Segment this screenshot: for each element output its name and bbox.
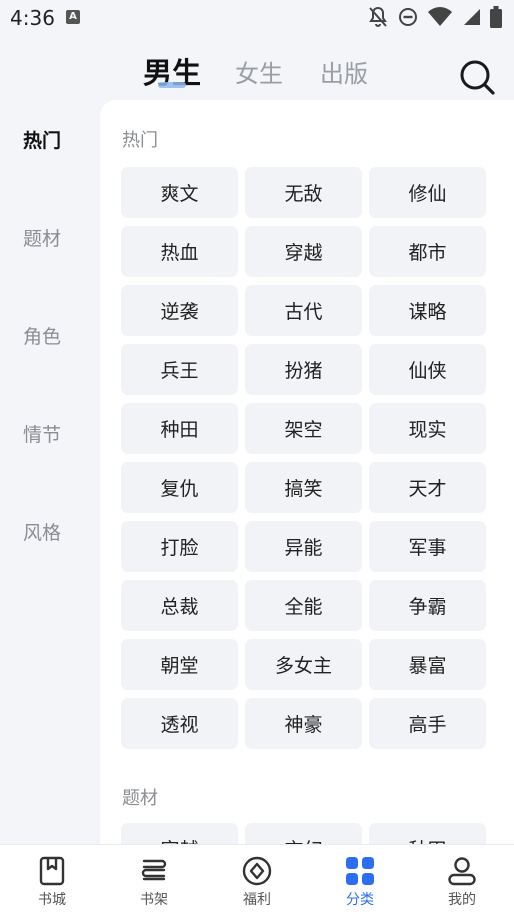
bell-off-icon xyxy=(369,6,387,27)
profile-icon xyxy=(448,857,476,886)
tag-chip[interactable]: 神豪 xyxy=(245,698,362,749)
tag-chip[interactable]: 天才 xyxy=(369,462,486,513)
nav-label-bookshelf: 书架 xyxy=(140,892,168,908)
tag-chip[interactable]: 异能 xyxy=(245,521,362,572)
tag-chip[interactable]: 扮猪 xyxy=(245,344,362,395)
tag-chip[interactable]: 穿越 xyxy=(121,823,238,844)
status-icons xyxy=(368,6,502,28)
tag-chip[interactable]: 无敌 xyxy=(245,167,362,218)
tag-chip[interactable]: 仙侠 xyxy=(369,344,486,395)
nav-item-bookstore[interactable]: 书城 xyxy=(12,845,92,915)
tag-chip[interactable]: 军事 xyxy=(369,521,486,572)
tag-chip[interactable]: 谋略 xyxy=(369,285,486,336)
signal-icon xyxy=(464,9,480,25)
tag-chip[interactable]: 都市 xyxy=(369,226,486,277)
category-sidebar: 热门 题材 角色 情节 风格 xyxy=(0,100,100,844)
bookshelf-icon xyxy=(141,859,167,881)
nav-item-category[interactable]: 分类 xyxy=(320,845,400,915)
sidebar-item-style[interactable]: 风格 xyxy=(0,518,84,545)
search-icon[interactable] xyxy=(458,58,496,96)
tag-chip[interactable]: 逆袭 xyxy=(121,285,238,336)
tag-chip[interactable]: 打脸 xyxy=(121,521,238,572)
tag-chip[interactable]: 全能 xyxy=(245,580,362,631)
tag-chip[interactable]: 暴富 xyxy=(369,639,486,690)
nav-label-category: 分类 xyxy=(346,892,374,908)
tag-chip[interactable]: 爽文 xyxy=(121,167,238,218)
tag-grid-theme: 穿越玄幻种田 xyxy=(121,823,486,844)
category-screen: 4:36 A 男生 女生 出版 热门 题材 角色 情节 风格 热门 爽文 无敌 … xyxy=(0,0,514,915)
gender-tab-bar: 男生 女生 出版 xyxy=(0,44,514,100)
sidebar-item-plot[interactable]: 情节 xyxy=(0,420,84,447)
tag-chip[interactable]: 透视 xyxy=(121,698,238,749)
grid-category-icon xyxy=(346,857,374,885)
tag-chip[interactable]: 玄幻 xyxy=(245,823,362,844)
tag-grid-hot: 爽文 无敌 修仙热血 穿越 都市逆袭 古代 谋略兵王 扮猪 仙侠种田 架空 现实复仇 搞笑 天才打脸 异能… xyxy=(121,167,486,749)
tag-chip[interactable]: 修仙 xyxy=(369,167,486,218)
tag-chip[interactable]: 搞笑 xyxy=(245,462,362,513)
status-time: 4:36 xyxy=(10,6,55,30)
bookmark-book-icon xyxy=(39,856,65,886)
nav-label-profile: 我的 xyxy=(448,892,476,908)
sidebar-item-character[interactable]: 角色 xyxy=(0,322,84,349)
tag-chip[interactable]: 种田 xyxy=(121,403,238,454)
tag-panel[interactable]: 热门 爽文 无敌 修仙 热血 穿越 都市 逆袭 古代 谋略 兵王 扮猪 仙侠 种田 架空 现实 复仇 搞笑 天才打… xyxy=(100,100,514,844)
tab-female[interactable]: 女生 xyxy=(235,54,283,89)
nav-item-bookshelf[interactable]: 书架 xyxy=(114,845,194,915)
bottom-nav: 书城 书架 福利 分类 我的 xyxy=(0,844,514,915)
tag-chip[interactable]: 种田 xyxy=(369,823,486,844)
section-title-theme: 题材 xyxy=(122,788,158,809)
nav-item-profile[interactable]: 我的 xyxy=(422,845,502,915)
section-title-hot: 热门 xyxy=(122,130,158,151)
nav-label-bookstore: 书城 xyxy=(38,892,66,908)
do-not-disturb-icon xyxy=(399,8,417,26)
tag-chip[interactable]: 穿越 xyxy=(245,226,362,277)
status-bar: 4:36 A xyxy=(0,0,514,36)
tag-chip[interactable]: 复仇 xyxy=(121,462,238,513)
tag-chip[interactable]: 古代 xyxy=(245,285,362,336)
tag-chip[interactable]: 现实 xyxy=(369,403,486,454)
wifi-icon xyxy=(428,7,452,27)
tag-chip[interactable]: 多女主 xyxy=(245,639,362,690)
battery-icon xyxy=(490,6,502,28)
app-notification-icon: A xyxy=(66,10,80,24)
tag-chip[interactable]: 争霸 xyxy=(369,580,486,631)
sidebar-item-theme[interactable]: 题材 xyxy=(0,224,84,251)
nav-item-welfare[interactable]: 福利 xyxy=(217,845,297,915)
tag-chip[interactable]: 兵王 xyxy=(121,344,238,395)
sidebar-item-hot[interactable]: 热门 xyxy=(0,126,84,153)
tag-chip[interactable]: 架空 xyxy=(245,403,362,454)
active-tab-indicator xyxy=(158,82,186,88)
tag-chip[interactable]: 总裁 xyxy=(121,580,238,631)
tab-publishing[interactable]: 出版 xyxy=(320,54,368,89)
tag-chip[interactable]: 热血 xyxy=(121,226,238,277)
diamond-coin-icon xyxy=(242,856,272,886)
tag-chip[interactable]: 高手 xyxy=(369,698,486,749)
tag-chip[interactable]: 朝堂 xyxy=(121,639,238,690)
nav-label-welfare: 福利 xyxy=(243,892,271,908)
